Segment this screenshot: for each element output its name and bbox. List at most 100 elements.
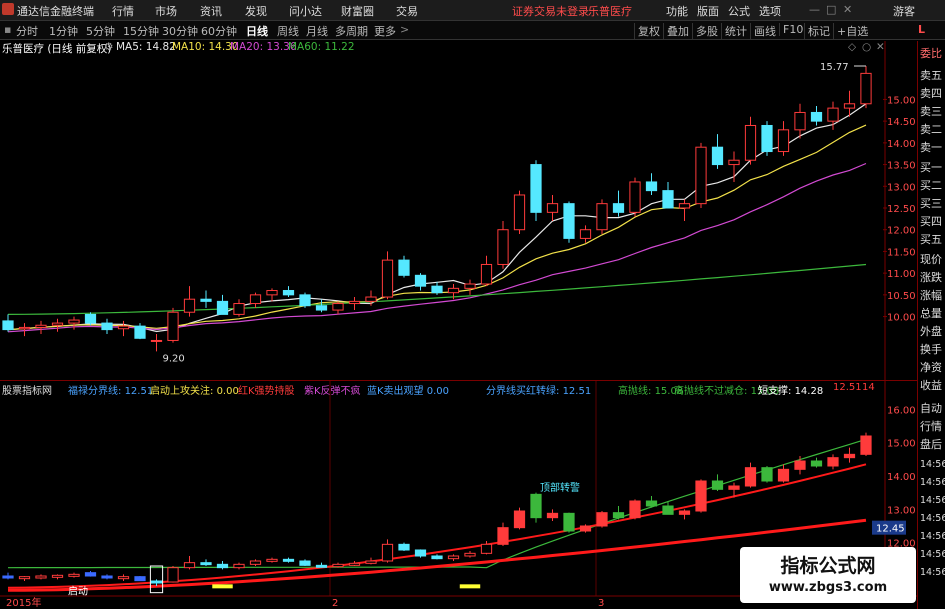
candle-body [150, 339, 163, 342]
candle-body [167, 311, 179, 341]
side-item-3[interactable]: 卖三 [920, 103, 945, 119]
ma10-label: MA10: 14.30 [172, 41, 239, 53]
indicator-item-0-value: 12.51 [124, 386, 154, 397]
indicator-tail-value-1: 14 [862, 382, 875, 393]
indicator-candle-body [233, 563, 245, 569]
candle-body [266, 290, 278, 296]
price-tick-label: 15.00 [887, 95, 916, 106]
indicator-candle-body [662, 505, 674, 515]
indicator-candle-body [744, 467, 757, 487]
candle-body [447, 287, 460, 294]
candle-body [579, 229, 592, 239]
side-item-26: 14:56 [920, 531, 945, 542]
side-item-16[interactable]: 换手 [920, 341, 945, 357]
candle-body [414, 274, 427, 287]
side-item-0[interactable]: 委比 [920, 45, 945, 61]
price-tick-label: 11.50 [887, 247, 916, 258]
candle-body [777, 129, 790, 153]
kline-chart[interactable]: 启动 顶部转警 15.77 9.20 15.00 14.50 14.00 13.50 13.0… [0, 0, 917, 609]
indicator-candle-body [678, 510, 691, 515]
side-item-28: 14:56 [920, 567, 945, 578]
diamond-icon[interactable]: ◇ [848, 41, 856, 53]
indicator-item-7-label: 高抛线不过减仓: [674, 386, 748, 397]
indicator-item-2: 红K强势持股 [238, 386, 295, 397]
settings-gear-icon[interactable]: ⚙ [104, 41, 113, 53]
side-item-20[interactable]: 行情 [920, 418, 945, 434]
candle-body [744, 124, 757, 161]
candle-body [51, 322, 64, 326]
side-item-17[interactable]: 净资 [920, 359, 945, 375]
indicator-candle-body [530, 493, 542, 519]
side-item-12[interactable]: 涨跌 [920, 269, 945, 285]
side-item-5[interactable]: 卖一 [920, 139, 945, 155]
candle-body [398, 259, 410, 276]
side-item-23: 14:56 [920, 477, 945, 488]
side-item-18[interactable]: 收益 [920, 377, 945, 393]
indicator-candle-body [414, 549, 427, 557]
indicator-name[interactable]: 股票指标网 [2, 382, 52, 397]
start-signal-mark [459, 584, 481, 589]
candle-body [35, 324, 47, 328]
indicator-candle-body [282, 558, 295, 562]
candle-body [464, 283, 476, 289]
side-item-13[interactable]: 涨幅 [920, 287, 945, 303]
indicator-candle-body [827, 457, 839, 467]
indicator-candle-body [299, 560, 311, 566]
indicator-item-1: 启动上攻关注: 0.00 [150, 382, 239, 397]
side-item-11[interactable]: 现价 [920, 251, 945, 267]
side-item-8[interactable]: 买三 [920, 195, 945, 211]
side-item-4[interactable]: 卖二 [920, 121, 945, 137]
indicator-item-3: 紫K反弹不疯 [304, 386, 361, 397]
candle-body [381, 259, 394, 298]
side-item-15[interactable]: 外盘 [920, 323, 945, 339]
candle-body [761, 124, 773, 153]
indicator-candle-body [612, 512, 625, 519]
corner-label: L [918, 23, 926, 36]
candle-body [233, 303, 245, 315]
indicator-item-1-value: 0.00 [216, 386, 239, 397]
indicator-item-8: 短支撑: 14.28 [758, 382, 823, 397]
ma60-label: MA60: 11.22 [288, 41, 355, 53]
candle-body [843, 103, 856, 109]
indicator-item-8-label: 短支撑: [758, 386, 792, 397]
indicator-candle-body [810, 460, 823, 467]
date-label: 2 [332, 598, 338, 609]
side-item-2[interactable]: 卖四 [920, 85, 945, 101]
side-item-10[interactable]: 买五 [920, 231, 945, 247]
side-item-6[interactable]: 买一 [920, 159, 945, 175]
side-item-19[interactable]: 自动 [920, 400, 945, 416]
candle-body [68, 319, 80, 324]
indicator-item-4-value: 0.00 [426, 386, 450, 397]
side-item-21[interactable]: 盘后 [920, 436, 945, 452]
indicator-candle-body [68, 573, 80, 577]
side-item-1[interactable]: 卖五 [920, 67, 945, 83]
candle-body [794, 111, 806, 131]
circle-icon[interactable]: ○ [862, 41, 871, 53]
stock-label[interactable]: 乐普医疗 (日线 前复权) [2, 41, 111, 56]
indicator-candle-body [183, 562, 196, 569]
candle-body [827, 107, 839, 122]
indicator-candle-body [596, 512, 608, 527]
price-tick-label: 14.50 [887, 117, 916, 128]
side-item-7[interactable]: 买二 [920, 177, 945, 193]
indicator-tick-label: 13.00 [887, 505, 916, 516]
indicator-item-5-value: 12.51 [562, 386, 592, 397]
high-price-label: 15.77 [820, 62, 849, 73]
candle-body [348, 300, 361, 305]
candle-body [18, 326, 31, 330]
indicator-candle-body [348, 562, 361, 566]
indicator-candle-body [249, 560, 262, 565]
indicator-candle-body [513, 510, 526, 529]
candle-body [563, 203, 575, 239]
quote-side-panel: 委比 卖五 卖四 卖三 卖二 卖一 买一 买二 买三 买四 买五 现价 涨跌 涨… [917, 41, 945, 609]
side-item-9[interactable]: 买四 [920, 213, 945, 229]
indicator-item-0-label: 福禄分界线: [68, 386, 122, 397]
panel-close-icon[interactable]: ✕ [876, 41, 885, 53]
candle-body [530, 164, 542, 213]
side-item-14[interactable]: 总量 [920, 305, 945, 321]
indicator-item-5: 分界线买红转绿: 12.51 [486, 382, 591, 397]
indicator-candle-body [216, 563, 229, 569]
indicator-candle-body [51, 574, 64, 578]
top-warning-annotation: 顶部转警 [540, 481, 580, 494]
ma5-label: MA5: 14.82 [116, 41, 176, 53]
